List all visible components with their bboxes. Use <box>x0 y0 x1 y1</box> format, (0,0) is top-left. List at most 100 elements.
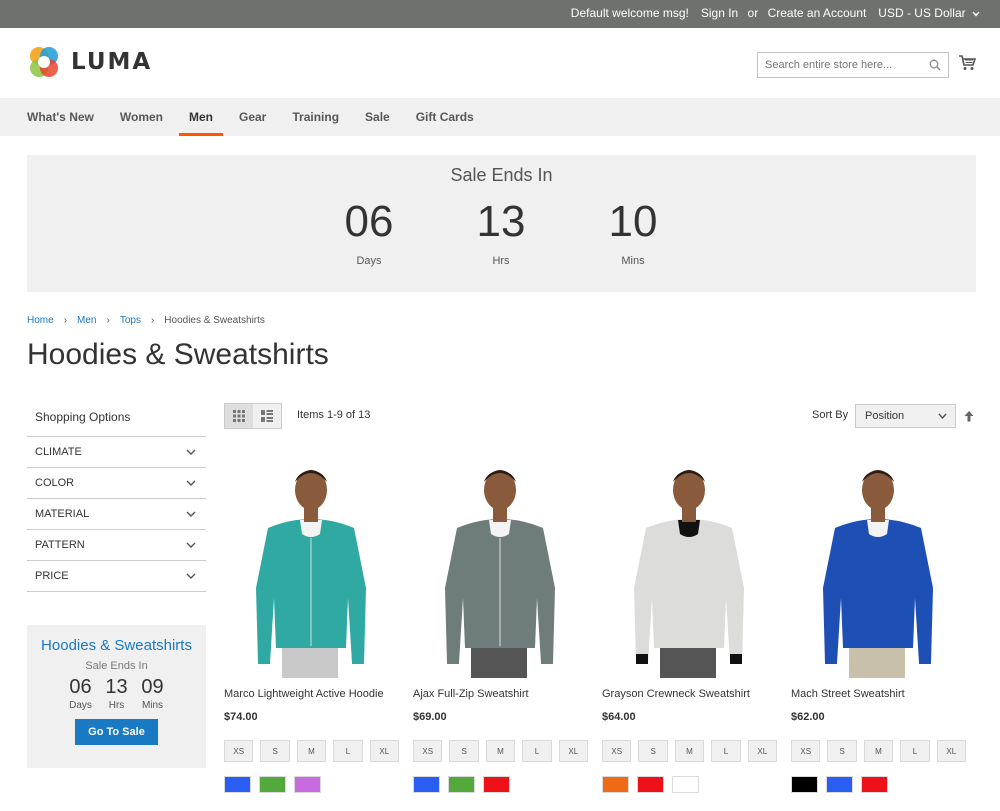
size-option[interactable]: L <box>900 740 930 762</box>
currency-label: USD - US Dollar <box>878 6 966 20</box>
sort-direction-arrow-icon[interactable] <box>964 410 974 422</box>
breadcrumb-separator-icon: › <box>63 315 68 326</box>
size-option[interactable]: M <box>863 740 894 762</box>
size-option[interactable]: L <box>522 740 552 762</box>
product-image[interactable] <box>602 458 777 678</box>
size-option[interactable]: XS <box>791 740 821 762</box>
product-name[interactable]: Grayson Crewneck Sweatshirt <box>602 688 777 702</box>
color-swatch[interactable] <box>861 776 888 793</box>
size-option[interactable]: XS <box>602 740 632 762</box>
page-title: Hoodies & Sweatshirts <box>27 338 329 371</box>
size-option[interactable]: XS <box>224 740 254 762</box>
welcome-message: Default welcome msg! <box>570 6 689 20</box>
product-name[interactable]: Marco Lightweight Active Hoodie <box>224 688 399 702</box>
nav-item-gift-cards[interactable]: Gift Cards <box>416 98 474 136</box>
product-price: $64.00 <box>602 711 636 723</box>
filter-pattern[interactable]: PATTERN <box>27 530 206 561</box>
product-image[interactable] <box>791 458 966 678</box>
grid-icon <box>233 410 245 422</box>
sort-by-label: Sort By <box>812 409 849 421</box>
color-swatch[interactable] <box>413 776 440 793</box>
shopping-options-title: Shopping Options <box>27 400 206 437</box>
create-account-link[interactable]: Create an Account <box>768 6 867 20</box>
color-swatch[interactable] <box>448 776 475 793</box>
size-option[interactable]: L <box>711 740 741 762</box>
size-option[interactable]: XL <box>747 740 778 762</box>
color-swatch[interactable] <box>224 776 251 793</box>
nav-item-sale[interactable]: Sale <box>365 98 390 136</box>
sidebar-sale-widget: Hoodies & Sweatshirts Sale Ends In 06 Da… <box>27 625 206 768</box>
nav-item-training[interactable]: Training <box>292 98 339 136</box>
size-options: XS S M L XL <box>224 740 400 762</box>
countdown-label: Hrs <box>492 255 510 267</box>
filter-climate[interactable]: CLIMATE <box>27 437 206 468</box>
product-photo-icon <box>256 470 366 678</box>
breadcrumb-home[interactable]: Home <box>27 315 54 326</box>
main-navigation: What's New Women Men Gear Training Sale Gift C… <box>0 98 1000 136</box>
nav-item-what-s-new[interactable]: What's New <box>27 98 94 136</box>
nav-item-women[interactable]: Women <box>120 98 163 136</box>
product-photo-icon <box>445 470 555 678</box>
product-image[interactable] <box>413 458 588 678</box>
color-swatch[interactable] <box>826 776 853 793</box>
size-option[interactable]: M <box>674 740 705 762</box>
logo[interactable]: LUMA <box>27 45 152 79</box>
sort-select[interactable]: Position <box>855 404 956 428</box>
size-option[interactable]: S <box>827 740 857 762</box>
promo-label: Mins <box>141 700 164 711</box>
product-toolbar: Items 1-9 of 13 Sort By Position <box>224 403 976 431</box>
color-swatch[interactable] <box>483 776 510 793</box>
size-option[interactable]: S <box>449 740 479 762</box>
breadcrumb-tops[interactable]: Tops <box>120 315 141 326</box>
filter-material[interactable]: MATERIAL <box>27 499 206 530</box>
product-image[interactable] <box>224 458 399 678</box>
breadcrumb: Home › Men › Tops › Hoodies & Sweatshirt… <box>27 315 265 326</box>
countdown-label: Days <box>356 255 382 267</box>
size-option[interactable]: XL <box>369 740 400 762</box>
size-option[interactable]: L <box>333 740 363 762</box>
countdown-value: 13 <box>476 197 526 246</box>
banner-title: Sale Ends In <box>450 165 553 185</box>
nav-item-men[interactable]: Men <box>179 98 223 136</box>
size-option[interactable]: M <box>485 740 516 762</box>
color-swatch[interactable] <box>294 776 321 793</box>
go-to-sale-button[interactable]: Go To Sale <box>75 719 158 745</box>
sign-in-link[interactable]: Sign In <box>701 6 738 20</box>
size-option[interactable]: S <box>638 740 668 762</box>
size-option[interactable]: M <box>296 740 327 762</box>
product-photo-icon <box>823 470 933 678</box>
color-swatch[interactable] <box>791 776 818 793</box>
list-view-button[interactable] <box>253 404 281 428</box>
product-card: Marco Lightweight Active Hoodie $74.00 XS S… <box>224 458 400 793</box>
promo-value: 09 <box>141 676 164 698</box>
filter-label: CLIMATE <box>35 446 82 458</box>
size-option[interactable]: S <box>260 740 290 762</box>
size-options: XS S M L XL <box>791 740 967 762</box>
promo-days: 06 Days <box>67 676 95 711</box>
filter-price[interactable]: PRICE <box>27 561 206 592</box>
color-swatch[interactable] <box>259 776 286 793</box>
grid-view-button[interactable] <box>225 404 253 428</box>
product-name[interactable]: Mach Street Sweatshirt <box>791 688 966 702</box>
color-swatch[interactable] <box>602 776 629 793</box>
countdown-hours: 13 Hrs <box>461 197 541 267</box>
color-swatch[interactable] <box>637 776 664 793</box>
cart-icon[interactable] <box>958 54 976 72</box>
filter-color[interactable]: COLOR <box>27 468 206 499</box>
product-photo-icon <box>634 470 744 678</box>
size-option[interactable]: XL <box>936 740 967 762</box>
currency-switcher[interactable]: USD - US Dollar <box>878 6 980 20</box>
size-option[interactable]: XS <box>413 740 443 762</box>
search-input[interactable] <box>758 53 948 77</box>
promo-title[interactable]: Hoodies & Sweatshirts <box>27 637 206 654</box>
size-options: XS S M L XL <box>413 740 589 762</box>
chevron-down-icon <box>186 573 196 579</box>
product-name[interactable]: Ajax Full-Zip Sweatshirt <box>413 688 588 702</box>
product-price: $74.00 <box>224 711 258 723</box>
breadcrumb-men[interactable]: Men <box>77 315 96 326</box>
size-option[interactable]: XL <box>558 740 589 762</box>
promo-value: 06 <box>69 676 92 698</box>
search-icon[interactable] <box>929 59 941 71</box>
nav-item-gear[interactable]: Gear <box>239 98 266 136</box>
color-swatch[interactable] <box>672 776 699 793</box>
